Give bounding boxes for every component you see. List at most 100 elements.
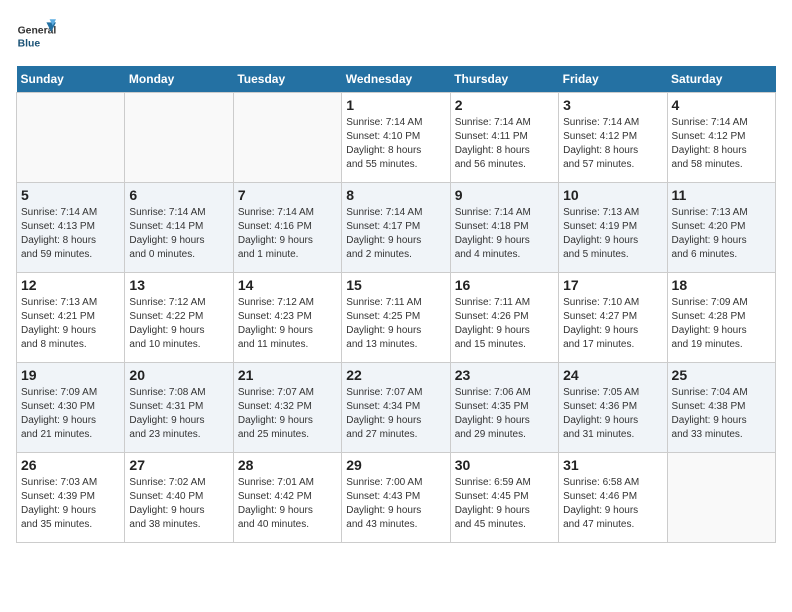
day-number: 11 [672,187,771,203]
calendar-day: 31 Sunrise: 6:58 AM Sunset: 4:46 PM Dayli… [559,453,667,543]
weekday-header-tuesday: Tuesday [233,66,341,93]
day-number: 6 [129,187,228,203]
day-number: 13 [129,277,228,293]
day-number: 31 [563,457,662,473]
calendar-day: 4 Sunrise: 7:14 AM Sunset: 4:12 PM Daylig… [667,93,775,183]
day-number: 27 [129,457,228,473]
weekday-header-monday: Monday [125,66,233,93]
day-info: Sunrise: 7:14 AM Sunset: 4:11 PM Dayligh… [455,116,554,172]
day-info: Sunrise: 7:13 AM Sunset: 4:19 PM Dayligh… [563,206,662,262]
day-info: Sunrise: 7:14 AM Sunset: 4:13 PM Dayligh… [21,206,120,262]
day-info: Sunrise: 7:03 AM Sunset: 4:39 PM Dayligh… [21,476,120,532]
day-number: 15 [346,277,445,293]
day-number: 5 [21,187,120,203]
day-info: Sunrise: 7:14 AM Sunset: 4:12 PM Dayligh… [672,116,771,172]
day-info: Sunrise: 7:13 AM Sunset: 4:20 PM Dayligh… [672,206,771,262]
calendar-day: 17 Sunrise: 7:10 AM Sunset: 4:27 PM Dayli… [559,273,667,363]
day-number: 8 [346,187,445,203]
day-number: 14 [238,277,337,293]
calendar-day: 10Sunrise: 7:13 AM Sunset: 4:19 PM Dayli… [559,183,667,273]
day-number: 18 [672,277,771,293]
day-info: Sunrise: 6:58 AM Sunset: 4:46 PM Dayligh… [563,476,662,532]
day-info: Sunrise: 7:08 AM Sunset: 4:31 PM Dayligh… [129,386,228,442]
calendar-day: 18 Sunrise: 7:09 AM Sunset: 4:28 PM Dayli… [667,273,775,363]
calendar-day: 1 Sunrise: 7:14 AM Sunset: 4:10 PM Daylig… [342,93,450,183]
day-number: 4 [672,97,771,113]
calendar-day: 3 Sunrise: 7:14 AM Sunset: 4:12 PM Daylig… [559,93,667,183]
calendar-day: 28 Sunrise: 7:01 AM Sunset: 4:42 PM Dayli… [233,453,341,543]
svg-text:Blue: Blue [18,38,41,49]
day-number: 17 [563,277,662,293]
calendar-day: 19Sunrise: 7:09 AM Sunset: 4:30 PM Dayli… [17,363,125,453]
day-info: Sunrise: 7:14 AM Sunset: 4:10 PM Dayligh… [346,116,445,172]
calendar-day: 7 Sunrise: 7:14 AM Sunset: 4:16 PM Daylig… [233,183,341,273]
day-info: Sunrise: 7:14 AM Sunset: 4:14 PM Dayligh… [129,206,228,262]
day-info: Sunrise: 7:01 AM Sunset: 4:42 PM Dayligh… [238,476,337,532]
calendar-day [233,93,341,183]
calendar-day: 2 Sunrise: 7:14 AM Sunset: 4:11 PM Daylig… [450,93,558,183]
day-info: Sunrise: 7:09 AM Sunset: 4:28 PM Dayligh… [672,296,771,352]
calendar-day: 13 Sunrise: 7:12 AM Sunset: 4:22 PM Dayli… [125,273,233,363]
day-number: 22 [346,367,445,383]
day-number: 12 [21,277,120,293]
day-number: 30 [455,457,554,473]
logo: General Blue [16,16,60,56]
day-info: Sunrise: 7:14 AM Sunset: 4:17 PM Dayligh… [346,206,445,262]
day-info: Sunrise: 6:59 AM Sunset: 4:45 PM Dayligh… [455,476,554,532]
day-number: 21 [238,367,337,383]
calendar-day: 14 Sunrise: 7:12 AM Sunset: 4:23 PM Dayli… [233,273,341,363]
calendar-day: 20 Sunrise: 7:08 AM Sunset: 4:31 PM Dayli… [125,363,233,453]
weekday-header-friday: Friday [559,66,667,93]
day-info: Sunrise: 7:12 AM Sunset: 4:23 PM Dayligh… [238,296,337,352]
day-info: Sunrise: 7:12 AM Sunset: 4:22 PM Dayligh… [129,296,228,352]
day-number: 3 [563,97,662,113]
day-info: Sunrise: 7:14 AM Sunset: 4:16 PM Dayligh… [238,206,337,262]
day-info: Sunrise: 7:13 AM Sunset: 4:21 PM Dayligh… [21,296,120,352]
day-number: 1 [346,97,445,113]
day-number: 7 [238,187,337,203]
day-info: Sunrise: 7:04 AM Sunset: 4:38 PM Dayligh… [672,386,771,442]
calendar-day: 9Sunrise: 7:14 AM Sunset: 4:18 PM Daylig… [450,183,558,273]
day-number: 20 [129,367,228,383]
calendar-week-row: 1 Sunrise: 7:14 AM Sunset: 4:10 PM Daylig… [17,93,776,183]
calendar-day: 26 Sunrise: 7:03 AM Sunset: 4:39 PM Dayli… [17,453,125,543]
calendar-day [17,93,125,183]
day-number: 28 [238,457,337,473]
day-info: Sunrise: 7:14 AM Sunset: 4:12 PM Dayligh… [563,116,662,172]
calendar-week-row: 5 Sunrise: 7:14 AM Sunset: 4:13 PM Daylig… [17,183,776,273]
day-info: Sunrise: 7:06 AM Sunset: 4:35 PM Dayligh… [455,386,554,442]
day-info: Sunrise: 7:09 AM Sunset: 4:30 PM Dayligh… [21,386,120,442]
calendar-day: 30 Sunrise: 6:59 AM Sunset: 4:45 PM Dayli… [450,453,558,543]
calendar-day: 6 Sunrise: 7:14 AM Sunset: 4:14 PM Daylig… [125,183,233,273]
calendar-day: 27 Sunrise: 7:02 AM Sunset: 4:40 PM Dayli… [125,453,233,543]
day-number: 16 [455,277,554,293]
day-info: Sunrise: 7:11 AM Sunset: 4:26 PM Dayligh… [455,296,554,352]
calendar-day: 23 Sunrise: 7:06 AM Sunset: 4:35 PM Dayli… [450,363,558,453]
weekday-header-saturday: Saturday [667,66,775,93]
day-number: 29 [346,457,445,473]
weekday-header-thursday: Thursday [450,66,558,93]
calendar-week-row: 12 Sunrise: 7:13 AM Sunset: 4:21 PM Dayli… [17,273,776,363]
day-info: Sunrise: 7:05 AM Sunset: 4:36 PM Dayligh… [563,386,662,442]
day-info: Sunrise: 7:10 AM Sunset: 4:27 PM Dayligh… [563,296,662,352]
day-number: 26 [21,457,120,473]
weekday-header-wednesday: Wednesday [342,66,450,93]
calendar-day: 24 Sunrise: 7:05 AM Sunset: 4:36 PM Dayli… [559,363,667,453]
calendar-day [667,453,775,543]
calendar-day: 5 Sunrise: 7:14 AM Sunset: 4:13 PM Daylig… [17,183,125,273]
weekday-header-row: SundayMondayTuesdayWednesdayThursdayFrid… [17,66,776,93]
day-info: Sunrise: 7:14 AM Sunset: 4:18 PM Dayligh… [455,206,554,262]
day-number: 24 [563,367,662,383]
day-info: Sunrise: 7:07 AM Sunset: 4:32 PM Dayligh… [238,386,337,442]
calendar-week-row: 19Sunrise: 7:09 AM Sunset: 4:30 PM Dayli… [17,363,776,453]
day-info: Sunrise: 7:11 AM Sunset: 4:25 PM Dayligh… [346,296,445,352]
day-number: 25 [672,367,771,383]
calendar-week-row: 26 Sunrise: 7:03 AM Sunset: 4:39 PM Dayli… [17,453,776,543]
day-number: 2 [455,97,554,113]
day-number: 23 [455,367,554,383]
calendar-day: 12 Sunrise: 7:13 AM Sunset: 4:21 PM Dayli… [17,273,125,363]
calendar-day: 21 Sunrise: 7:07 AM Sunset: 4:32 PM Dayli… [233,363,341,453]
day-info: Sunrise: 7:02 AM Sunset: 4:40 PM Dayligh… [129,476,228,532]
day-info: Sunrise: 7:00 AM Sunset: 4:43 PM Dayligh… [346,476,445,532]
calendar-day: 15 Sunrise: 7:11 AM Sunset: 4:25 PM Dayli… [342,273,450,363]
